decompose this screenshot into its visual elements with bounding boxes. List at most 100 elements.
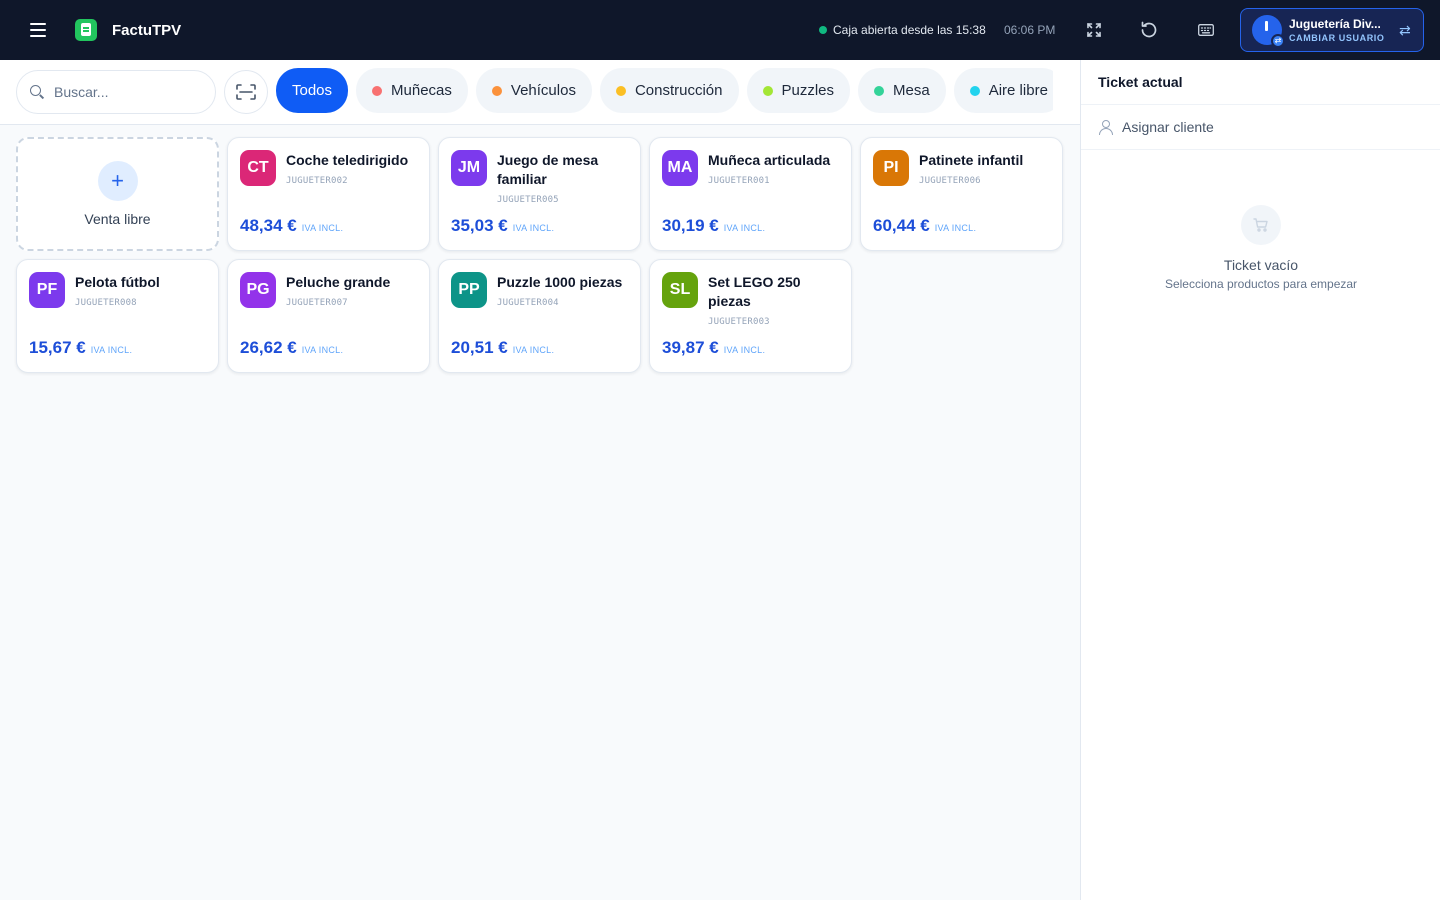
tax-label: IVA INCL. xyxy=(301,223,344,233)
product-price: 60,44 € xyxy=(873,216,930,235)
plus-icon: + xyxy=(97,161,138,201)
tax-label: IVA INCL. xyxy=(512,345,555,355)
swap-icon: ⇄ xyxy=(1399,21,1411,38)
product-avatar: MA xyxy=(662,150,698,186)
tax-label: IVA INCL. xyxy=(723,345,766,355)
swap-badge-icon: ⇄ xyxy=(1271,34,1285,48)
product-price-row: 30,19 € IVA INCL. xyxy=(662,216,765,236)
product-price-row: 35,03 € IVA INCL. xyxy=(451,216,554,236)
barcode-scan-button[interactable] xyxy=(224,70,268,114)
menu-icon[interactable] xyxy=(20,12,56,48)
category-chip[interactable]: Aire libre xyxy=(953,68,1053,113)
category-label: Mesa xyxy=(893,82,930,99)
product-name: Pelota fútbol xyxy=(75,274,160,290)
status-dot-icon xyxy=(819,26,827,34)
product-info: Peluche grande JUGUETER007 xyxy=(286,273,421,313)
switch-user-button[interactable]: ⇄ Juguetería Div... CAMBIAR USUARIO ⇄ xyxy=(1240,8,1424,52)
register-status: Caja abierta desde las 15:38 xyxy=(819,0,986,60)
product-price-row: 60,44 € IVA INCL. xyxy=(873,216,976,236)
user-avatar: ⇄ xyxy=(1252,15,1285,48)
user-icon xyxy=(1099,120,1113,135)
empty-ticket-state: Ticket vacío Selecciona productos para e… xyxy=(1081,205,1440,291)
empty-ticket-subtitle: Selecciona productos para empezar xyxy=(1164,277,1358,291)
product-code: JUGUETER001 xyxy=(708,176,770,186)
product-info: Set LEGO 250 piezas JUGUETER003 xyxy=(708,273,843,332)
product-price-row: 48,34 € IVA INCL. xyxy=(240,216,343,236)
free-sale-button[interactable]: + Venta libre xyxy=(16,137,219,251)
category-label: Vehículos xyxy=(510,82,576,99)
register-status-text: Caja abierta desde las 15:38 xyxy=(833,23,986,37)
category-chip[interactable]: Construcción xyxy=(599,68,739,113)
scan-icon xyxy=(236,84,256,100)
category-chip[interactable]: Todos xyxy=(276,68,349,113)
category-dot-icon xyxy=(762,85,773,96)
product-info: Muñeca articulada JUGUETER001 xyxy=(708,151,843,191)
product-code: JUGUETER002 xyxy=(286,176,348,186)
refresh-icon[interactable] xyxy=(1134,15,1164,45)
product-info: Patinete infantil JUGUETER006 xyxy=(919,151,1054,191)
product-price-row: 39,87 € IVA INCL. xyxy=(662,338,765,358)
category-label: Puzzles xyxy=(781,82,835,99)
category-label: Todos xyxy=(292,82,333,99)
category-dot-icon xyxy=(491,85,502,96)
app-title: FactuTPV xyxy=(112,21,182,39)
product-card[interactable]: CT Coche teledirigido JUGUETER002 48,34 € IV… xyxy=(227,137,430,251)
category-filter-bar: Todos Muñecas Vehículos Construcción Puzzles… xyxy=(276,68,1053,113)
fullscreen-icon[interactable] xyxy=(1079,15,1109,45)
product-info: Juego de mesa familiar JUGUETER005 xyxy=(497,151,632,210)
tax-label: IVA INCL. xyxy=(723,223,766,233)
product-info: Puzzle 1000 piezas JUGUETER004 xyxy=(497,273,632,313)
search-icon xyxy=(30,85,44,99)
search-box xyxy=(16,70,216,114)
tax-label: IVA INCL. xyxy=(301,345,344,355)
product-card[interactable]: PP Puzzle 1000 piezas JUGUETER004 20,51 € IV… xyxy=(438,259,641,373)
product-code: JUGUETER003 xyxy=(708,317,770,327)
product-name: Juego de mesa familiar xyxy=(497,152,599,187)
product-card[interactable]: MA Muñeca articulada JUGUETER001 30,19 € IVA… xyxy=(649,137,852,251)
product-code: JUGUETER008 xyxy=(75,298,137,308)
product-price: 20,51 € xyxy=(451,338,508,357)
empty-ticket-title: Ticket vacío xyxy=(1223,257,1299,273)
assign-customer-label: Asignar cliente xyxy=(1122,119,1214,135)
product-card[interactable]: SL Set LEGO 250 piezas JUGUETER003 39,87 € I… xyxy=(649,259,852,373)
category-label: Construcción xyxy=(634,82,723,99)
product-card[interactable]: PI Patinete infantil JUGUETER006 60,44 € IVA… xyxy=(860,137,1063,251)
product-price: 39,87 € xyxy=(662,338,719,357)
clock: 06:06 PM xyxy=(1004,23,1056,37)
category-dot-icon xyxy=(969,85,980,96)
product-price: 26,62 € xyxy=(240,338,297,357)
product-info: Coche teledirigido JUGUETER002 xyxy=(286,151,421,191)
product-card[interactable]: JM Juego de mesa familiar JUGUETER005 35,03… xyxy=(438,137,641,251)
product-avatar: PF xyxy=(29,272,65,308)
category-dot-icon xyxy=(615,85,626,96)
assign-customer-button[interactable]: Asignar cliente xyxy=(1081,105,1440,149)
product-price: 15,67 € xyxy=(29,338,86,357)
tax-label: IVA INCL. xyxy=(934,223,977,233)
category-chip[interactable]: Puzzles xyxy=(746,68,851,113)
product-code: JUGUETER006 xyxy=(919,176,981,186)
divider xyxy=(1081,149,1440,150)
switch-user-label: CAMBIAR USUARIO xyxy=(1289,33,1385,43)
tax-label: IVA INCL. xyxy=(512,223,555,233)
category-dot-icon xyxy=(372,85,383,96)
category-dot-icon xyxy=(874,85,885,96)
product-code: JUGUETER004 xyxy=(497,298,559,308)
category-chip[interactable]: Vehículos xyxy=(475,68,592,113)
product-code: JUGUETER007 xyxy=(286,298,348,308)
category-chip[interactable]: Mesa xyxy=(858,68,946,113)
product-toolbar: Todos Muñecas Vehículos Construcción Puzzles… xyxy=(0,60,1080,125)
product-avatar: PP xyxy=(451,272,487,308)
product-price-row: 15,67 € IVA INCL. xyxy=(29,338,132,358)
product-info: Pelota fútbol JUGUETER008 xyxy=(75,273,210,313)
ticket-title: Ticket actual xyxy=(1098,74,1183,90)
product-avatar: PG xyxy=(240,272,276,308)
product-price-row: 20,51 € IVA INCL. xyxy=(451,338,554,358)
product-price: 35,03 € xyxy=(451,216,508,235)
product-code: JUGUETER005 xyxy=(497,195,559,205)
keyboard-icon[interactable] xyxy=(1191,15,1221,45)
search-input[interactable] xyxy=(54,84,204,100)
category-chip[interactable]: Muñecas xyxy=(356,68,468,113)
product-avatar: JM xyxy=(451,150,487,186)
product-card[interactable]: PF Pelota fútbol JUGUETER008 15,67 € IVA INC… xyxy=(16,259,219,373)
product-card[interactable]: PG Peluche grande JUGUETER007 26,62 € IVA IN… xyxy=(227,259,430,373)
